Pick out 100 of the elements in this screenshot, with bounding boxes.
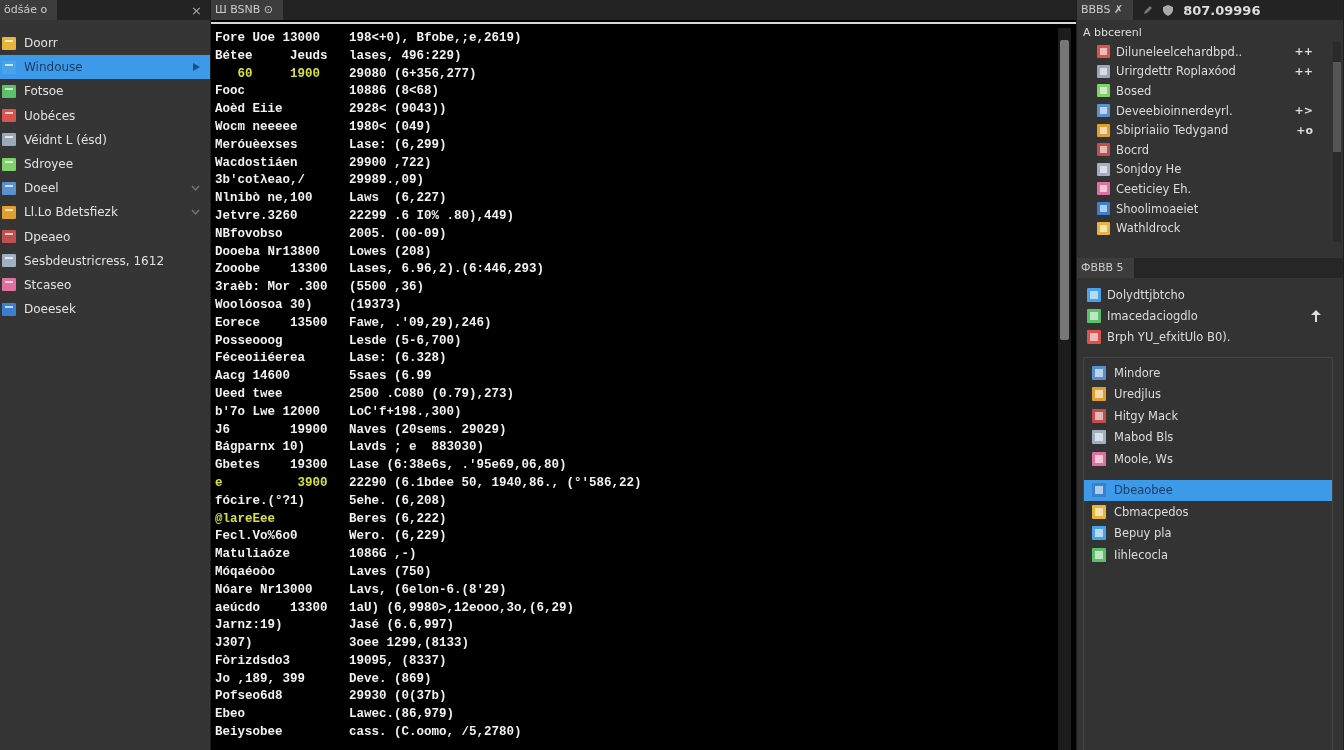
- name-text: e 3900: [215, 475, 329, 492]
- sidebar-item[interactable]: Dpeaeo: [0, 224, 210, 249]
- list-item[interactable]: Hitgy Mack: [1084, 405, 1332, 427]
- list-item[interactable]: Bosed: [1083, 81, 1329, 101]
- name-text: Gbetes 19300: [215, 458, 329, 475]
- value-text: 3oee 1299,(8133): [349, 636, 470, 653]
- sidebar-item[interactable]: Doeel: [0, 176, 210, 201]
- list-item[interactable]: Mindore: [1084, 362, 1332, 384]
- value-text: Lase (6:38e6s, .'95e69,06,80): [349, 458, 567, 475]
- list-item[interactable]: Bocrd: [1083, 139, 1329, 160]
- name-text: Bétee Jeuds: [215, 48, 329, 65]
- value-text: Naves (20sems. 29029): [349, 422, 507, 439]
- chevron-down-icon[interactable]: [191, 185, 200, 192]
- status-text: +>: [1294, 104, 1313, 118]
- file-icon: [2, 36, 16, 50]
- sidebar-item[interactable]: Fotsoe: [0, 79, 210, 104]
- name-text: Bágparnx 10): [215, 440, 306, 457]
- value-text: 10886 (8<68): [349, 84, 439, 101]
- value-text: 2500 .C080 (0.79),273): [349, 386, 515, 403]
- file-icon: [2, 278, 16, 292]
- file-icon: [1087, 287, 1101, 302]
- file-icon: [1097, 45, 1110, 59]
- file-icon: [2, 84, 16, 98]
- list-item[interactable]: Brph YU_efxitUlo B0).: [1083, 326, 1333, 347]
- up-arrow-icon[interactable]: [1311, 309, 1321, 322]
- value-text: LoC'f+198.,300): [349, 404, 462, 421]
- chevron-down-icon[interactable]: [191, 209, 200, 216]
- list-item[interactable]: Mabod Bls: [1084, 426, 1332, 448]
- sidebar-item[interactable]: Véidnt L (ésd): [0, 127, 210, 152]
- scrollbar[interactable]: [1333, 42, 1341, 242]
- name-text: Móqaéoòo: [215, 564, 276, 581]
- value-text: 29930 (0(37b): [349, 689, 447, 706]
- file-icon: [2, 205, 16, 219]
- file-icon: [1097, 104, 1110, 118]
- list-item[interactable]: Cbmacpedos: [1084, 501, 1332, 523]
- list-item[interactable]: Sbipriaiio Tedygand +o: [1083, 120, 1329, 140]
- list-item[interactable]: Shoolimoaeiet: [1083, 198, 1329, 219]
- sidebar-item[interactable]: Doorr: [0, 31, 210, 56]
- list-item[interactable]: Deveebioinnerdeyrl. +>: [1083, 100, 1329, 121]
- list-item[interactable]: Wathldrock: [1083, 218, 1329, 238]
- name-text: Pofseo6d8: [215, 689, 284, 706]
- file-icon: [2, 181, 16, 195]
- name-text: b'7o Lwe 12000: [215, 404, 322, 421]
- shield-icon[interactable]: [1163, 4, 1174, 16]
- file-icon: [2, 302, 16, 316]
- sidebar-item[interactable]: Uobéces: [0, 103, 210, 128]
- list-item[interactable]: Sonjdoy He: [1083, 159, 1329, 180]
- value-text: Wero. (6,229): [349, 529, 447, 546]
- sidebar-item[interactable]: Sdroyee: [0, 151, 210, 177]
- list-item[interactable]: Diluneleelcehardbpd.. ++: [1083, 42, 1329, 62]
- name-text: Ebeo: [215, 707, 246, 724]
- sidebar-item[interactable]: Windouse: [0, 55, 210, 80]
- list-item[interactable]: Ceeticiey Eh.: [1083, 179, 1329, 199]
- list-item[interactable]: Imacedaciogdlo: [1083, 305, 1333, 326]
- sidebar-item[interactable]: Sesbdeustricress, 1612: [0, 248, 210, 273]
- value-text: 19095, (8337): [349, 653, 447, 670]
- name-text: Fooc: [215, 84, 246, 101]
- name-text: Nlnibò ne,100: [215, 191, 314, 208]
- file-icon: [1097, 162, 1110, 176]
- value-text: Laves (750): [349, 564, 432, 581]
- list-item[interactable]: Urirgdettr Roplaxóod ++: [1083, 61, 1329, 82]
- value-text: Lavs, (6elon-6.(8'29): [349, 582, 507, 599]
- value-text: lases, 496:229): [349, 48, 462, 65]
- list-item[interactable]: Iihlecocla: [1084, 544, 1332, 566]
- file-icon: [1092, 547, 1106, 562]
- value-text: Laws (6,227): [349, 191, 447, 208]
- name-text: Wocm neeeee: [215, 120, 299, 136]
- panel-tab[interactable]: BBBS ✗: [1077, 0, 1134, 20]
- value-text: 22299 .6 I0% .80),449): [349, 208, 515, 225]
- file-icon: [1092, 526, 1106, 541]
- name-text: Dooeba Nr13800: [215, 244, 322, 261]
- list-item[interactable]: Dolydttjbtcho: [1083, 284, 1333, 305]
- list-item[interactable]: Moole, Ws: [1084, 448, 1332, 470]
- scrollbar[interactable]: [1058, 28, 1071, 750]
- file-icon: [1092, 451, 1106, 466]
- panel-tab[interactable]: ödšáe o: [0, 0, 58, 20]
- editor-tab[interactable]: Ш BSNB ⊙: [211, 0, 284, 20]
- panel-tab[interactable]: ФBBB 5: [1077, 258, 1134, 278]
- name-text: Nóare Nr13000: [215, 582, 314, 599]
- list-item[interactable]: Uredjlus: [1084, 383, 1332, 405]
- name-text: Meróuèexses: [215, 137, 299, 154]
- sidebar-item[interactable]: Stcaseo: [0, 272, 210, 298]
- value-text: 5ehe. (6,208): [349, 493, 447, 510]
- list-item[interactable]: Bepuy pla: [1084, 522, 1332, 544]
- value-text: 1980< (049): [349, 120, 432, 136]
- pencil-icon[interactable]: [1143, 5, 1154, 15]
- sidebar-item[interactable]: Doeesek: [0, 297, 210, 322]
- close-icon[interactable]: ×: [191, 2, 202, 18]
- list-item[interactable]: Dbeaobee: [1084, 479, 1332, 501]
- name-text: Zooobe 13300: [215, 262, 329, 279]
- name-text: Matuliaóze: [215, 547, 291, 564]
- name-text: @lareEee: [215, 511, 276, 528]
- value-text: 22290 (6.1bdee 50, 1940,86., (°'586,22): [349, 475, 642, 492]
- file-icon: [2, 254, 16, 268]
- value-text: 2928< (9043)): [349, 102, 447, 119]
- sidebar-item[interactable]: Ll.Lo Bdetsfiezk: [0, 200, 210, 225]
- value-text: Jasé (6.6,997): [349, 618, 455, 635]
- value-text: 29989.,09): [349, 173, 424, 190]
- name-text: Jetvre.3260: [215, 208, 299, 225]
- value-text: 1086G ,-): [349, 547, 417, 564]
